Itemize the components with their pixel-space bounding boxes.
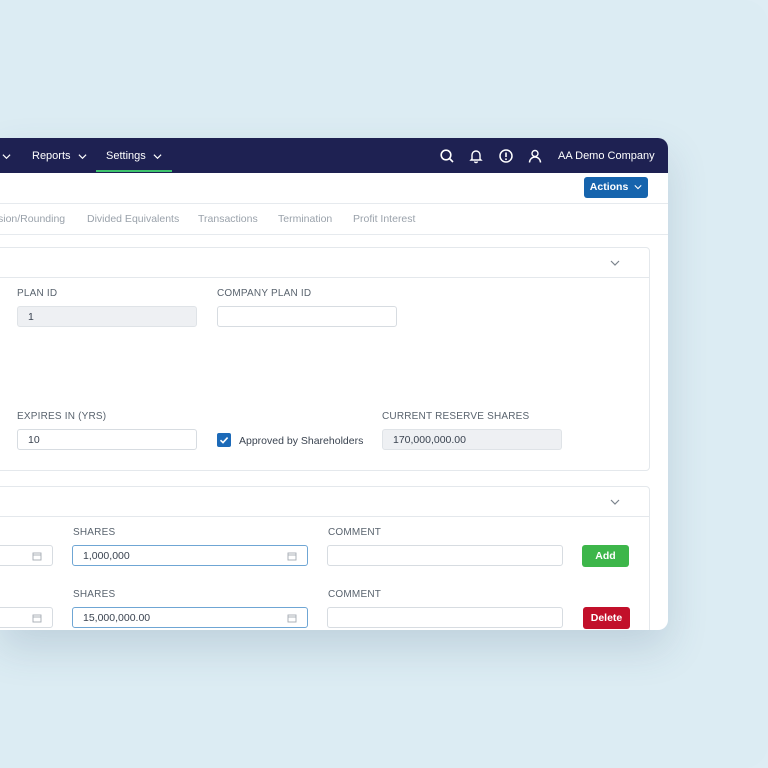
calendar-icon[interactable] (287, 551, 297, 561)
approved-checkbox[interactable] (217, 433, 231, 447)
nav-item-label: Settings (106, 150, 146, 162)
nav-item-settings[interactable]: Settings (106, 138, 162, 173)
delete-button[interactable]: Delete (583, 607, 630, 629)
approved-label[interactable]: Approved by Shareholders (239, 435, 363, 447)
nav-menu-chevron[interactable] (2, 138, 11, 173)
actions-button[interactable]: Actions (584, 177, 648, 198)
shares-input[interactable]: 1,000,000 (72, 545, 308, 566)
plan-id-value: 1 (28, 311, 34, 323)
alert-icon[interactable] (498, 148, 514, 164)
tab-divided-equivalents[interactable]: Divided Equivalents (87, 204, 179, 234)
calendar-icon[interactable] (32, 613, 42, 623)
plan-id-label: PLAN ID (17, 288, 58, 299)
bell-icon[interactable] (468, 148, 484, 164)
panel-header (0, 487, 649, 517)
nav-item-reports[interactable]: Reports (32, 138, 87, 173)
nav-item-label: Reports (32, 150, 71, 162)
screenshot-frame: Reports Settings AA Demo Company Actions… (0, 0, 768, 768)
company-name[interactable]: AA Demo Company (558, 138, 655, 173)
reserve-value: 170,000,000.00 (393, 434, 466, 446)
tab-termination[interactable]: Termination (278, 204, 332, 234)
reserve-label: CURRENT RESERVE SHARES (382, 411, 530, 422)
calendar-icon[interactable] (287, 613, 297, 623)
chevron-down-icon[interactable] (609, 257, 621, 269)
add-button[interactable]: Add (582, 545, 629, 567)
shares-label: SHARES (73, 589, 116, 600)
top-nav: Reports Settings AA Demo Company (0, 138, 668, 173)
shares-input[interactable]: 15,000,000.00 (72, 607, 308, 628)
calendar-icon[interactable] (32, 551, 42, 561)
shares-value: 15,000,000.00 (83, 612, 151, 624)
expires-input[interactable]: 10 (17, 429, 197, 450)
comment-label: COMMENT (328, 527, 382, 538)
comment-label: COMMENT (328, 589, 382, 600)
user-icon[interactable] (527, 148, 543, 164)
checkmark-icon (219, 437, 229, 444)
chevron-down-icon (2, 153, 11, 159)
tab-bar: sion/Rounding Divided Equivalents Transa… (0, 204, 668, 235)
reserve-shares-panel: SHARES 1,000,000 COMMENT Add SHARES 15,0… (0, 486, 650, 630)
search-icon[interactable] (439, 148, 455, 164)
chevron-down-icon (153, 153, 162, 159)
chevron-down-icon[interactable] (609, 496, 621, 508)
expires-value: 10 (28, 434, 40, 446)
tab-conversion-rounding[interactable]: sion/Rounding (0, 204, 65, 234)
panel-header (0, 248, 649, 278)
comment-input[interactable] (327, 607, 563, 628)
company-plan-id-label: COMPANY PLAN ID (217, 288, 312, 299)
active-nav-indicator (96, 170, 172, 172)
comment-input[interactable] (327, 545, 563, 566)
reserve-field: 170,000,000.00 (382, 429, 562, 450)
plan-details-panel: PLAN ID 1 COMPANY PLAN ID EXPIRES IN (YR… (0, 247, 650, 471)
shares-value: 1,000,000 (83, 550, 130, 562)
expires-label: EXPIRES IN (YRS) (17, 411, 107, 422)
actions-button-label: Actions (589, 181, 629, 193)
plan-id-field: 1 (17, 306, 197, 327)
tab-transactions[interactable]: Transactions (198, 204, 258, 234)
company-plan-id-input[interactable] (217, 306, 397, 327)
date-input[interactable] (0, 607, 53, 628)
shares-label: SHARES (73, 527, 116, 538)
date-input[interactable] (0, 545, 53, 566)
chevron-down-icon (78, 153, 87, 159)
tab-profit-interest[interactable]: Profit Interest (353, 204, 415, 234)
action-bar: Actions (0, 173, 668, 204)
app-window: Reports Settings AA Demo Company Actions… (0, 138, 668, 630)
chevron-down-icon (634, 185, 642, 190)
